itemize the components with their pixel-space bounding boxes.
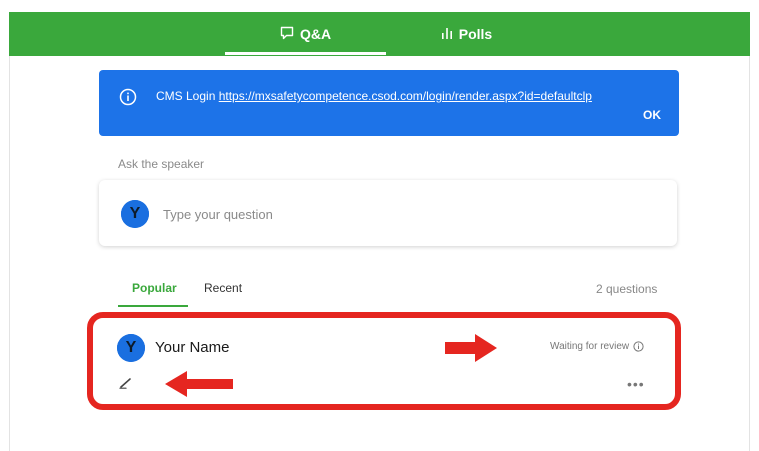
sort-tab-popular[interactable]: Popular bbox=[132, 281, 177, 295]
sort-tab-indicator bbox=[118, 305, 188, 307]
arrow-right-annotation bbox=[445, 334, 497, 362]
tab-qa[interactable]: Q&A bbox=[225, 12, 386, 56]
question-count: 2 questions bbox=[596, 282, 658, 296]
banner-ok-button[interactable]: OK bbox=[643, 108, 661, 122]
question-author: Your Name bbox=[155, 339, 230, 356]
tab-qa-label: Q&A bbox=[299, 26, 332, 42]
info-banner: CMS Login https://mxsafetycompetence.cso… bbox=[99, 70, 679, 136]
active-tab-indicator bbox=[225, 52, 386, 55]
chat-bubble-icon bbox=[280, 26, 294, 43]
tab-polls[interactable]: Polls bbox=[386, 12, 547, 56]
question-input[interactable] bbox=[161, 202, 645, 226]
arrow-left-annotation bbox=[165, 371, 233, 397]
more-options-button[interactable]: ••• bbox=[627, 376, 645, 392]
ask-the-speaker-label: Ask the speaker bbox=[118, 157, 205, 171]
banner-link[interactable]: https://mxsafetycompetence.csod.com/logi… bbox=[219, 89, 592, 103]
avatar: Y bbox=[117, 334, 145, 362]
frame-left-border bbox=[9, 56, 10, 451]
edit-icon[interactable] bbox=[119, 376, 133, 394]
status-text: Waiting for review bbox=[550, 341, 630, 352]
info-icon bbox=[633, 341, 644, 352]
question-composer: Y bbox=[99, 180, 677, 246]
tab-polls-label: Polls bbox=[458, 26, 493, 42]
sort-tab-recent[interactable]: Recent bbox=[204, 281, 242, 295]
top-tab-bar: Q&A Polls bbox=[9, 12, 750, 56]
avatar-letter: Y bbox=[125, 339, 137, 356]
info-icon bbox=[119, 88, 137, 111]
bar-chart-icon bbox=[441, 26, 453, 42]
banner-prefix: CMS Login bbox=[156, 89, 216, 103]
banner-message: CMS Login https://mxsafetycompetence.cso… bbox=[156, 89, 592, 103]
avatar-letter: Y bbox=[129, 205, 141, 222]
avatar: Y bbox=[121, 200, 149, 228]
status-badge: Waiting for review bbox=[550, 341, 644, 352]
frame-right-border bbox=[749, 56, 750, 451]
